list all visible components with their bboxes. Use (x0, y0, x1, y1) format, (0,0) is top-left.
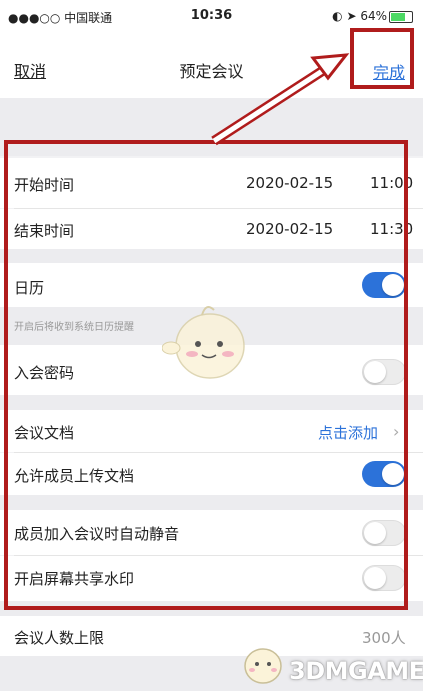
watermark-logo: 3DMGAME (289, 657, 423, 685)
mascot-logo-icon (244, 648, 282, 684)
mascot-watermark-icon (162, 305, 245, 379)
